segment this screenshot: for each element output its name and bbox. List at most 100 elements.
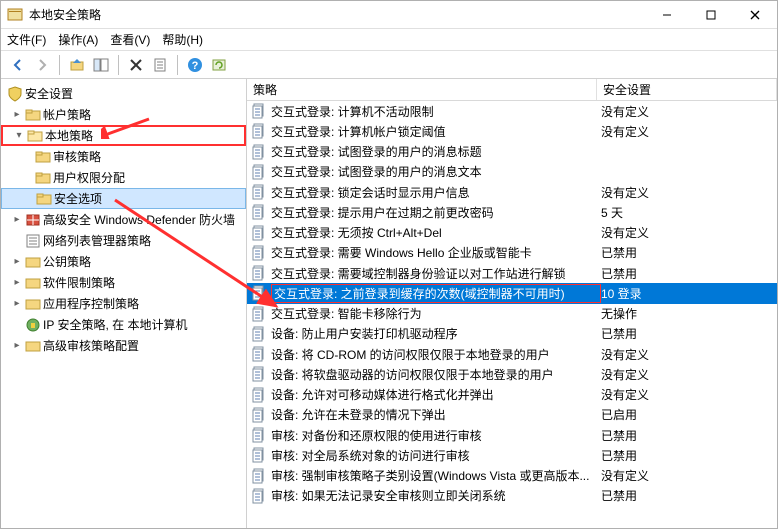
policy-setting: 没有定义 (601, 386, 777, 403)
policy-setting: 没有定义 (601, 346, 777, 363)
policy-name: 设备: 将 CD-ROM 的访问权限仅限于本地登录的用户 (271, 346, 601, 363)
policy-icon (251, 427, 267, 443)
list-row[interactable]: 交互式登录: 需要 Windows Hello 企业版或智能卡已禁用 (247, 243, 777, 263)
tree-softrest[interactable]: ▸ 软件限制策略 (1, 272, 246, 293)
policy-name: 交互式登录: 计算机帐户锁定阈值 (271, 123, 601, 140)
list-row[interactable]: 设备: 将 CD-ROM 的访问权限仅限于本地登录的用户没有定义 (247, 344, 777, 364)
menu-file[interactable]: 文件(F) (7, 31, 46, 48)
policy-name: 交互式登录: 计算机不活动限制 (271, 103, 601, 120)
folder-icon (35, 149, 51, 165)
policy-setting: 无操作 (601, 305, 777, 322)
policy-icon (251, 245, 267, 261)
close-button[interactable] (733, 1, 777, 28)
tree-label: 软件限制策略 (43, 274, 115, 291)
tree-pane[interactable]: 安全设置 ▸ 帐户策略 ▾ 本地策略 审核策略 用户权限分配 (1, 79, 247, 528)
policy-icon (251, 468, 267, 484)
policy-icon (251, 225, 267, 241)
list-row[interactable]: 交互式登录: 之前登录到缓存的次数(域控制器不可用时)10 登录 (247, 283, 777, 303)
back-button[interactable] (7, 54, 29, 76)
policy-icon (251, 488, 267, 504)
expander-icon[interactable]: ▸ (11, 214, 23, 225)
tree-root[interactable]: 安全设置 (1, 83, 246, 104)
tree-appcontrol[interactable]: ▸ 应用程序控制策略 (1, 293, 246, 314)
list-row[interactable]: 设备: 防止用户安装打印机驱动程序已禁用 (247, 324, 777, 344)
policy-icon (251, 306, 267, 322)
expander-icon[interactable]: ▸ (11, 109, 23, 120)
expander-icon[interactable]: ▸ (11, 298, 23, 309)
list-body[interactable]: 交互式登录: 计算机不活动限制没有定义交互式登录: 计算机帐户锁定阈值没有定义交… (247, 101, 777, 528)
list-row[interactable]: 设备: 允许在未登录的情况下弹出已启用 (247, 405, 777, 425)
list-row[interactable]: 审核: 对备份和还原权限的使用进行审核已禁用 (247, 425, 777, 445)
tree-audit[interactable]: 审核策略 (1, 146, 246, 167)
tree-label: 用户权限分配 (53, 169, 125, 186)
tree-label: 帐户策略 (43, 106, 91, 123)
list-row[interactable]: 审核: 强制审核策略子类别设置(Windows Vista 或更高版本...没有… (247, 466, 777, 486)
tree-netlist[interactable]: 网络列表管理器策略 (1, 230, 246, 251)
expander-icon[interactable]: ▸ (11, 256, 23, 267)
column-policy[interactable]: 策略 (247, 79, 597, 100)
list-row[interactable]: 审核: 对全局系统对象的访问进行审核已禁用 (247, 445, 777, 465)
folder-open-icon (27, 128, 43, 144)
help-button[interactable]: ? (184, 54, 206, 76)
expander-icon[interactable]: ▸ (11, 340, 23, 351)
policy-icon (251, 164, 267, 180)
properties-button[interactable] (149, 54, 171, 76)
tree-userrights[interactable]: 用户权限分配 (1, 167, 246, 188)
refresh-button[interactable] (208, 54, 230, 76)
tree-account[interactable]: ▸ 帐户策略 (1, 104, 246, 125)
tree-local[interactable]: ▾ 本地策略 (1, 125, 246, 146)
expander-icon[interactable]: ▸ (11, 277, 23, 288)
policy-setting: 5 天 (601, 204, 777, 221)
policy-name: 交互式登录: 需要域控制器身份验证以对工作站进行解锁 (271, 265, 601, 282)
list-row[interactable]: 交互式登录: 计算机帐户锁定阈值没有定义 (247, 121, 777, 141)
expander-icon[interactable]: ▾ (13, 130, 25, 141)
tree-pubkey[interactable]: ▸ 公钥策略 (1, 251, 246, 272)
list-row[interactable]: 审核: 如果无法记录安全审核则立即关闭系统已禁用 (247, 486, 777, 506)
window: 本地安全策略 文件(F) 操作(A) 查看(V) 帮助(H) ? (0, 0, 778, 529)
toolbar: ? (1, 51, 777, 79)
tree-defender[interactable]: ▸ 高级安全 Windows Defender 防火墙 (1, 209, 246, 230)
list-row[interactable]: 交互式登录: 智能卡移除行为无操作 (247, 304, 777, 324)
firewall-icon (25, 212, 41, 228)
forward-button[interactable] (31, 54, 53, 76)
delete-button[interactable] (125, 54, 147, 76)
menu-help[interactable]: 帮助(H) (162, 31, 203, 48)
policy-setting: 没有定义 (601, 224, 777, 241)
policy-setting: 已禁用 (601, 427, 777, 444)
policy-icon (251, 346, 267, 362)
tree-advaudit[interactable]: ▸ 高级审核策略配置 (1, 335, 246, 356)
tree-ipsec[interactable]: IP 安全策略, 在 本地计算机 (1, 314, 246, 335)
policy-name: 审核: 如果无法记录安全审核则立即关闭系统 (271, 487, 601, 504)
policy-setting: 10 登录 (601, 285, 777, 302)
toolbar-separator (177, 55, 178, 75)
list-row[interactable]: 交互式登录: 提示用户在过期之前更改密码5 天 (247, 202, 777, 222)
minimize-button[interactable] (645, 1, 689, 28)
toolbar-separator (118, 55, 119, 75)
list-row[interactable]: 交互式登录: 锁定会话时显示用户信息没有定义 (247, 182, 777, 202)
policy-name: 设备: 允许对可移动媒体进行格式化并弹出 (271, 386, 601, 403)
show-hide-tree-button[interactable] (90, 54, 112, 76)
column-setting[interactable]: 安全设置 (597, 79, 777, 100)
menu-action[interactable]: 操作(A) (58, 31, 98, 48)
tree-label: IP 安全策略, 在 本地计算机 (43, 316, 187, 333)
maximize-button[interactable] (689, 1, 733, 28)
policy-name: 交互式登录: 智能卡移除行为 (271, 305, 601, 322)
policy-icon (251, 184, 267, 200)
tree-label: 公钥策略 (43, 253, 91, 270)
list-row[interactable]: 设备: 允许对可移动媒体进行格式化并弹出没有定义 (247, 385, 777, 405)
list-row[interactable]: 交互式登录: 试图登录的用户的消息文本 (247, 162, 777, 182)
list-row[interactable]: 交互式登录: 试图登录的用户的消息标题 (247, 142, 777, 162)
policy-setting: 已禁用 (601, 244, 777, 261)
menu-view[interactable]: 查看(V) (110, 31, 150, 48)
app-icon (7, 7, 23, 23)
list-row[interactable]: 交互式登录: 需要域控制器身份验证以对工作站进行解锁已禁用 (247, 263, 777, 283)
policy-setting: 已启用 (601, 406, 777, 423)
policy-name: 交互式登录: 无须按 Ctrl+Alt+Del (271, 224, 601, 241)
policy-icon (251, 387, 267, 403)
policy-name: 交互式登录: 锁定会话时显示用户信息 (271, 184, 601, 201)
up-button[interactable] (66, 54, 88, 76)
list-row[interactable]: 交互式登录: 计算机不活动限制没有定义 (247, 101, 777, 121)
tree-secopt[interactable]: 安全选项 (1, 188, 246, 209)
list-row[interactable]: 交互式登录: 无须按 Ctrl+Alt+Del没有定义 (247, 223, 777, 243)
list-row[interactable]: 设备: 将软盘驱动器的访问权限仅限于本地登录的用户没有定义 (247, 364, 777, 384)
